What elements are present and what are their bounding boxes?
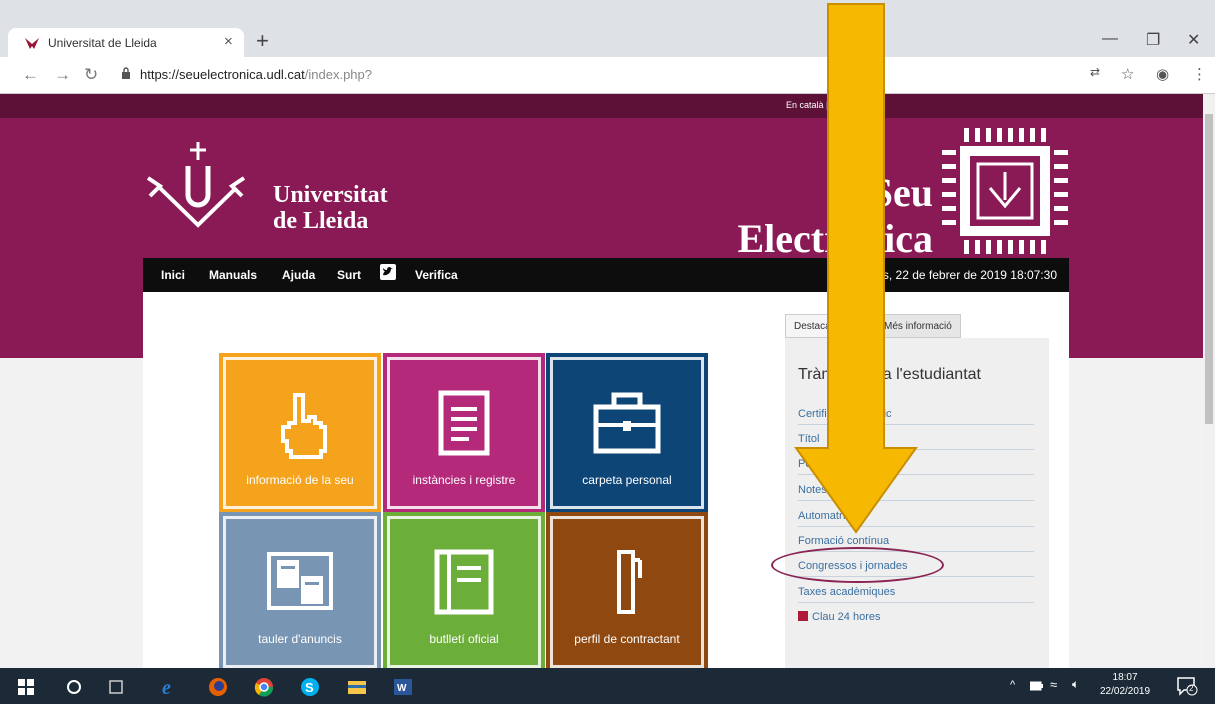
- tile-label: informació de la seu: [246, 473, 354, 487]
- page-scrollbar[interactable]: [1203, 94, 1215, 668]
- main-menu: Inici Manuals Ajuda Surt Verifica Divend…: [143, 258, 1069, 292]
- edge-browser-icon[interactable]: e: [160, 676, 182, 698]
- forward-icon[interactable]: →: [54, 65, 71, 85]
- lock-icon: [122, 67, 130, 79]
- udl-favicon-icon: [25, 38, 39, 49]
- link-taxes-academiques[interactable]: Taxes acadèmiques: [798, 586, 1034, 603]
- restore-icon[interactable]: ❐: [1146, 30, 1160, 50]
- tab-title: Universitat de Lleida: [48, 36, 157, 50]
- windows-taskbar: e S W ^ ≈ 🔈︎ 18:07 22/02/2019 2: [0, 668, 1215, 704]
- scrollbar-thumb[interactable]: [1205, 114, 1213, 424]
- tile-label: instàncies i registre: [412, 473, 516, 487]
- url-path: /index.php?: [304, 67, 372, 82]
- svg-text:W: W: [397, 683, 407, 694]
- svg-text:S: S: [305, 680, 314, 695]
- menu-verifica[interactable]: Verifica: [415, 268, 458, 282]
- browser-tab[interactable]: Universitat de Lleida ×: [8, 28, 244, 59]
- top-strip: En català | Castellano: [0, 94, 1203, 118]
- annotation-arrow-icon: [794, 3, 918, 534]
- menu-kebab-icon[interactable]: ⋮: [1192, 65, 1207, 83]
- clau-label: Clau 24 hores: [812, 611, 881, 623]
- twitter-icon[interactable]: [380, 264, 396, 280]
- tile-tauler-anuncis[interactable]: tauler d'anuncis: [219, 512, 381, 668]
- tile-label: perfil de contractant: [574, 632, 680, 646]
- link-clau-24-hores[interactable]: Clau 24 hores: [798, 611, 1034, 627]
- menu-surt[interactable]: Surt: [337, 268, 361, 282]
- logo-line-2: de Lleida: [273, 208, 369, 234]
- taskbar-clock[interactable]: 18:07 22/02/2019: [1100, 671, 1150, 699]
- clock-time: 18:07: [1112, 672, 1138, 683]
- reload-icon[interactable]: ↻: [84, 65, 98, 85]
- back-icon[interactable]: ←: [22, 65, 39, 85]
- menu-manuals[interactable]: Manuals: [209, 268, 257, 282]
- battery-icon[interactable]: [1030, 681, 1044, 691]
- account-icon[interactable]: ◉: [1156, 65, 1169, 83]
- new-tab-button[interactable]: +: [256, 28, 269, 54]
- notifications-icon[interactable]: [1176, 676, 1198, 696]
- address-bar: ← → ↻ https://seuelectronica.udl.cat/ind…: [0, 57, 1215, 94]
- svg-text:e: e: [162, 677, 171, 698]
- briefcase-icon: [593, 392, 661, 454]
- task-view-icon[interactable]: [108, 679, 130, 701]
- chrome-icon[interactable]: [253, 676, 275, 698]
- red-square-icon: [798, 611, 808, 621]
- tile-perfil-contractant[interactable]: perfil de contractant: [546, 512, 708, 668]
- translate-icon[interactable]: ⇄: [1090, 65, 1100, 79]
- chip-logo-icon: [942, 128, 1068, 254]
- volume-icon[interactable]: 🔈︎: [1072, 677, 1079, 692]
- notification-count: 2: [1189, 684, 1194, 693]
- wifi-icon[interactable]: ≈: [1050, 677, 1057, 692]
- tile-label: butlletí oficial: [429, 632, 499, 646]
- tab-close-icon[interactable]: ×: [224, 33, 233, 50]
- bookmark-star-icon[interactable]: ☆: [1121, 65, 1134, 83]
- pen-icon: [617, 550, 642, 614]
- highlight-ellipse: [771, 547, 944, 583]
- tile-informacio-seu[interactable]: informació de la seu: [219, 353, 381, 513]
- notice-board-icon: [267, 552, 333, 610]
- tile-instancies-registre[interactable]: instàncies i registre: [383, 353, 545, 513]
- document-icon: [438, 390, 490, 456]
- windows-start-icon[interactable]: [18, 679, 40, 701]
- tile-carpeta-personal[interactable]: carpeta personal: [546, 353, 708, 513]
- file-explorer-icon[interactable]: [346, 676, 368, 698]
- menu-inici[interactable]: Inici: [161, 268, 185, 282]
- search-icon[interactable]: [66, 679, 88, 701]
- firefox-icon[interactable]: [207, 676, 229, 698]
- tile-butlleti-oficial[interactable]: butlletí oficial: [383, 512, 545, 668]
- udl-logo-icon: [146, 142, 246, 228]
- minimize-icon[interactable]: —: [1102, 30, 1118, 48]
- web-page: En català | Castellano Universitat de Ll…: [0, 94, 1203, 668]
- tile-label: tauler d'anuncis: [258, 632, 342, 646]
- clock-date: 22/02/2019: [1100, 686, 1151, 697]
- menu-ajuda[interactable]: Ajuda: [282, 268, 315, 282]
- tile-label: carpeta personal: [582, 473, 672, 487]
- close-window-icon[interactable]: ✕: [1187, 30, 1200, 50]
- university-logo-text: Universitat de Lleida: [273, 182, 388, 234]
- browser-tabstrip: Universitat de Lleida × + — ❐ ✕: [0, 0, 1215, 59]
- word-icon[interactable]: W: [392, 676, 414, 698]
- pointing-hand-icon: [281, 393, 327, 459]
- skype-icon[interactable]: S: [299, 676, 321, 698]
- book-icon: [434, 549, 494, 615]
- tray-chevron-icon[interactable]: ^: [1010, 679, 1015, 691]
- url-host: https://seuelectronica.udl.cat: [140, 67, 305, 82]
- url-field[interactable]: https://seuelectronica.udl.cat/index.php…: [140, 67, 372, 82]
- logo-line-1: Universitat: [273, 182, 388, 208]
